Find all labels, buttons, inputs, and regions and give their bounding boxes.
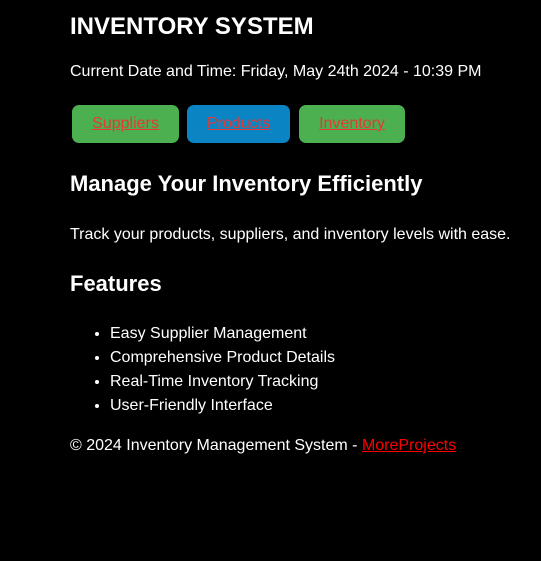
- nav-products-button[interactable]: Products: [187, 105, 290, 143]
- nav-suppliers-button[interactable]: Suppliers: [72, 105, 179, 143]
- feature-item: Comprehensive Product Details: [110, 349, 335, 373]
- feature-item: Easy Supplier Management: [110, 325, 335, 349]
- features-list: Easy Supplier Management Comprehensive P…: [70, 325, 335, 421]
- footer-copyright: © 2024 Inventory Management System -: [70, 437, 362, 454]
- site-title: INVENTORY SYSTEM: [70, 13, 314, 40]
- section-heading-features: Features: [70, 271, 162, 296]
- feature-item: Real-Time Inventory Tracking: [110, 373, 335, 397]
- more-projects-link[interactable]: MoreProjects: [362, 437, 456, 454]
- main-nav: Suppliers Products Inventory: [72, 105, 405, 143]
- current-datetime: Current Date and Time: Friday, May 24th …: [70, 63, 482, 80]
- feature-item: User-Friendly Interface: [110, 397, 335, 421]
- section-heading-manage: Manage Your Inventory Efficiently: [70, 171, 423, 196]
- tagline-text: Track your products, suppliers, and inve…: [70, 226, 511, 243]
- footer: © 2024 Inventory Management System - Mor…: [70, 437, 456, 455]
- nav-inventory-button[interactable]: Inventory: [299, 105, 405, 143]
